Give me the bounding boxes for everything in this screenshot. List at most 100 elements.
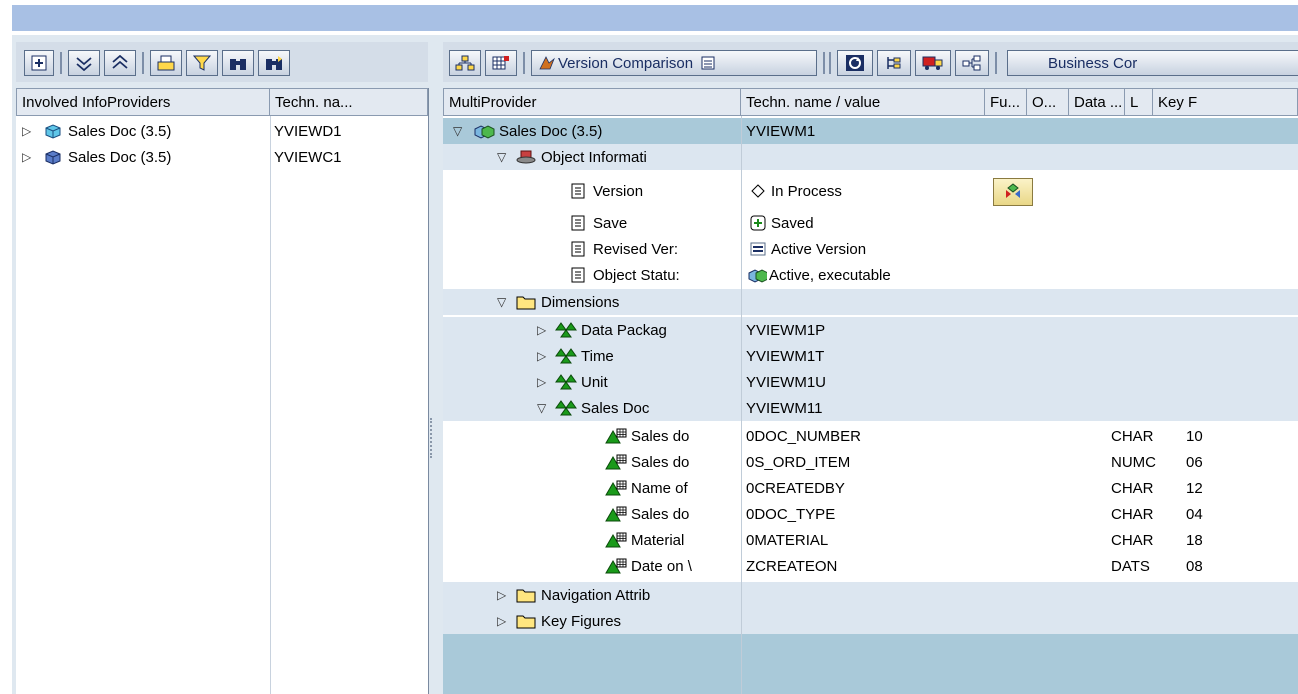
characteristic-name: Material [631,531,685,549]
characteristic-row[interactable]: Name of 0CREATEDBY CHAR 12 [443,475,1298,501]
splitter[interactable] [430,88,442,694]
infoprovider-techname: YVIEWD1 [274,122,342,140]
column-header-o[interactable]: O... [1027,88,1069,116]
tree-row-dimensions[interactable]: ▽ Dimensions [443,289,1298,315]
object-info-row-object-status[interactable]: Object Statu: Active, executable [443,262,1298,288]
characteristic-icon [605,505,627,523]
characteristic-name: Sales do [631,505,690,523]
dimension-icon [555,347,577,365]
structure-view-button[interactable] [877,50,911,76]
filter-icon [193,55,211,71]
expand-triangle-icon[interactable]: ▷ [537,323,551,337]
tree-row[interactable]: ▷ Sales Doc (3.5) YVIEWC1 [16,144,428,170]
column-header-data-type[interactable]: Data ... [1069,88,1125,116]
filter-button[interactable] [186,50,218,76]
refresh-icon [846,55,864,71]
object-info-value: Active, executable [769,266,891,284]
collapse-subtree-button[interactable] [68,50,100,76]
collapse-triangle-icon[interactable]: ▽ [497,150,511,164]
network-button[interactable] [955,50,989,76]
collapse-triangle-icon[interactable]: ▽ [537,401,551,415]
object-info-row-version[interactable]: Version In Process [443,178,1298,204]
tree-row-dimension[interactable]: ▽ Sales Doc YVIEWM11 [443,395,1298,421]
column-header-label: MultiProvider [449,93,537,111]
characteristic-data-type: CHAR [1111,505,1154,523]
find-next-button[interactable] [258,50,290,76]
characteristic-row[interactable]: Date on \ ZCREATEON DATS 08 [443,553,1298,579]
column-header-multiprovider[interactable]: MultiProvider [443,88,741,116]
equals-icon [749,240,767,258]
expand-triangle-icon[interactable]: ▷ [537,349,551,363]
tree-row-object-information[interactable]: ▽ Object Informati [443,144,1298,170]
table-edit-icon [492,56,509,70]
object-info-row-save[interactable]: Save Saved [443,210,1298,236]
characteristic-length: 12 [1186,479,1203,497]
binoculars-icon [230,59,246,70]
characteristic-name: Sales do [631,453,690,471]
column-header-techn-name[interactable]: Techn. na... [270,88,428,116]
object-info-name: Object Statu: [593,266,680,284]
empty-tree-area [443,634,1298,694]
transport-button[interactable] [915,50,951,76]
column-header-label: Involved InfoProviders [22,93,171,111]
dimension-icon [555,373,577,391]
tree-row-navigation-attributes[interactable]: ▷ Navigation Attrib [443,582,1298,608]
characteristic-data-type: CHAR [1111,479,1154,497]
display-tree-button[interactable] [449,50,481,76]
expand-all-button[interactable] [24,50,54,76]
expand-triangle-icon[interactable]: ▷ [22,150,36,164]
tree-row-dimension[interactable]: ▷ Time YVIEWM1T [443,343,1298,369]
multiprovider-icon [473,122,495,140]
expand-triangle-icon[interactable]: ▷ [497,588,511,602]
column-header-techn-name-value[interactable]: Techn. name / value [741,88,985,116]
tree-row-root[interactable]: ▽ Sales Doc (3.5) YVIEWM1 [443,118,1298,144]
tree-row-dimension[interactable]: ▷ Unit YVIEWM1U [443,369,1298,395]
activate-version-button[interactable] [993,178,1033,206]
column-header-label: Techn. name / value [746,93,881,111]
expand-triangle-icon[interactable]: ▷ [22,124,36,138]
collapse-triangle-icon[interactable]: ▽ [453,124,467,138]
folder-icon [515,586,537,604]
toolbar-separator [142,52,144,74]
column-header-infoproviders[interactable]: Involved InfoProviders [16,88,270,116]
title-bar [0,0,1298,33]
refresh-button[interactable] [837,50,873,76]
tree-row-key-figures[interactable]: ▷ Key Figures [443,608,1298,634]
tree-node-techname: YVIEWM1 [746,122,816,140]
find-button[interactable] [222,50,254,76]
expand-subtree-button[interactable] [104,50,136,76]
characteristic-row[interactable]: Sales do 0S_ORD_ITEM NUMC 06 [443,449,1298,475]
object-info-row-revised-version[interactable]: Revised Ver: Active Version [443,236,1298,262]
characteristic-data-type: CHAR [1111,531,1154,549]
business-content-button[interactable]: Business Cor [1007,50,1298,76]
dimension-icon [555,321,577,339]
tree-node-name: Object Informati [541,148,647,166]
right-toolbar: Version Comparison Business Cor [443,42,1298,82]
characteristic-data-type: CHAR [1111,427,1154,445]
hierarchy-icon [455,55,475,71]
truck-icon [922,56,943,70]
tree-row-dimension[interactable]: ▷ Data Packag YVIEWM1P [443,317,1298,343]
table-settings-button[interactable] [485,50,517,76]
tree-node-name: Navigation Attrib [541,586,651,604]
column-header-key-figure[interactable]: Key F [1153,88,1298,116]
characteristic-row[interactable]: Sales do 0DOC_TYPE CHAR 04 [443,501,1298,527]
column-header-length[interactable]: L [1125,88,1153,116]
characteristic-name: Name of [631,479,688,497]
collapse-triangle-icon[interactable]: ▽ [497,295,511,309]
characteristic-icon [605,453,627,471]
expand-triangle-icon[interactable]: ▷ [497,614,511,628]
splitter-grip[interactable] [430,418,434,458]
characteristic-row[interactable]: Material 0MATERIAL CHAR 18 [443,527,1298,553]
tree-row[interactable]: ▷ Sales Doc (3.5) YVIEWD1 [16,118,428,144]
print-button[interactable] [150,50,182,76]
characteristic-icon [605,427,627,445]
expand-triangle-icon[interactable]: ▷ [537,375,551,389]
column-header-function[interactable]: Fu... [985,88,1027,116]
characteristic-row[interactable]: Sales do 0DOC_NUMBER CHAR 10 [443,423,1298,449]
characteristic-data-type: NUMC [1111,453,1156,471]
document-icon [567,214,589,232]
version-comparison-button[interactable]: Version Comparison [531,50,817,76]
version-compare-icon [539,56,555,70]
version-comparison-label: Version Comparison [558,54,694,72]
